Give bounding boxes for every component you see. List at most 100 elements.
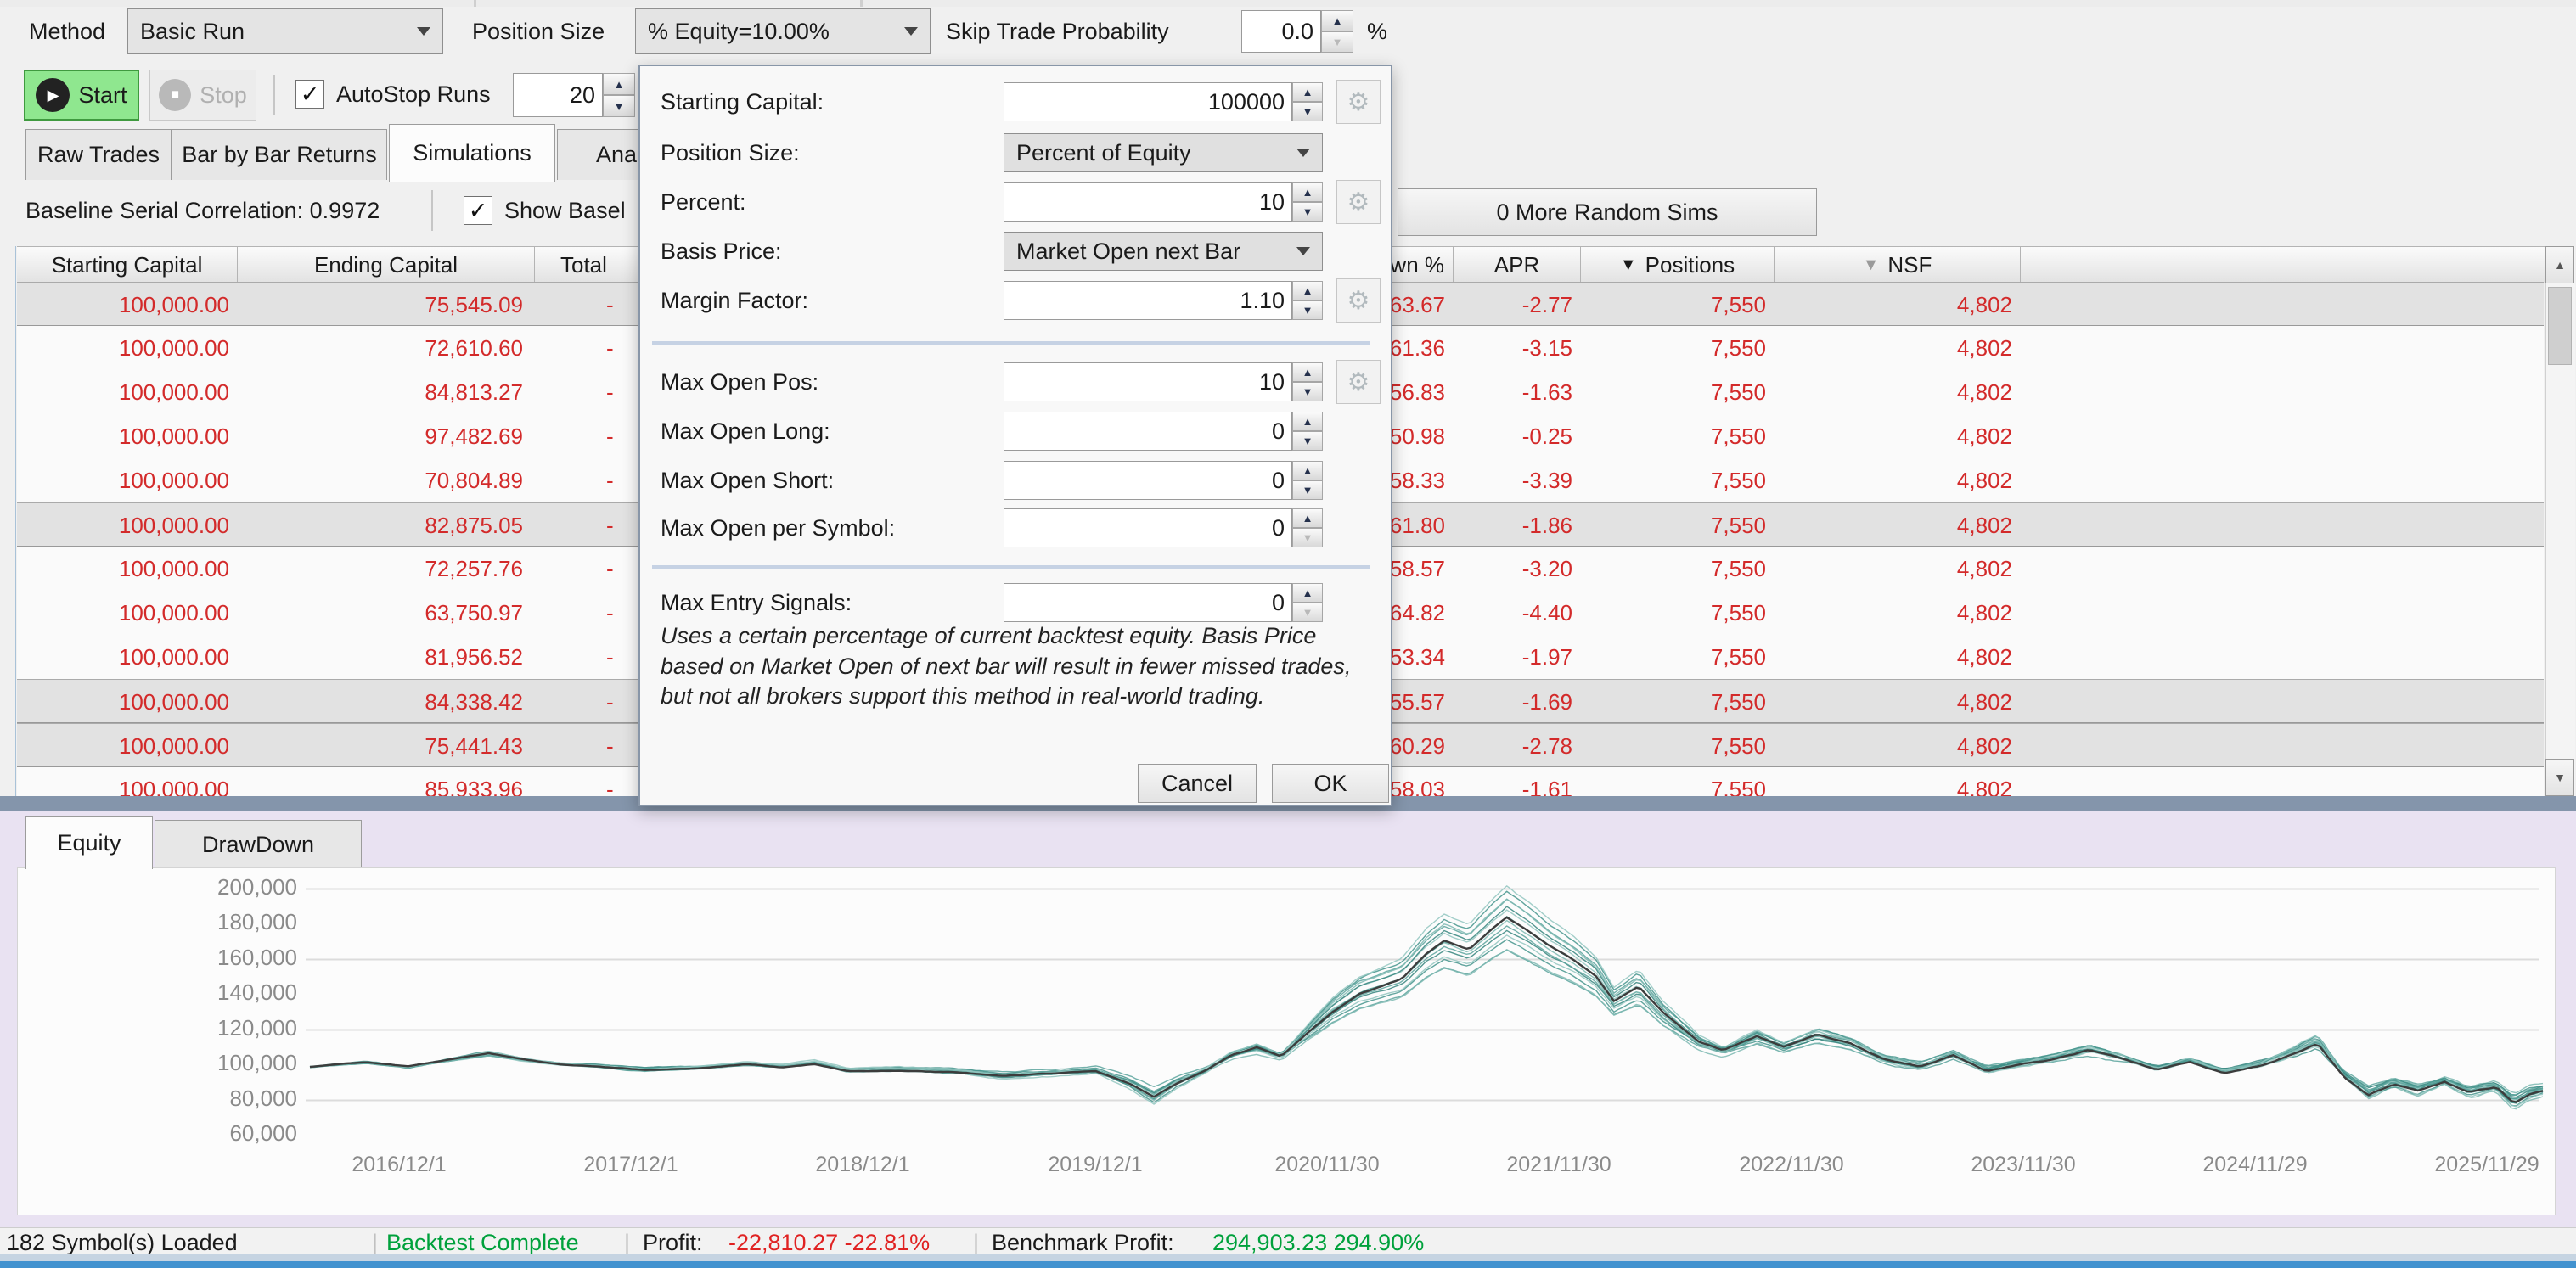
method-select[interactable]: Basic Run <box>127 8 443 54</box>
spin-up-icon[interactable]: ▲ <box>603 73 635 95</box>
simulation-equity-line <box>310 886 2543 1107</box>
gear-icon[interactable]: ⚙ <box>1336 80 1381 124</box>
spin-down-icon[interactable]: ▼ <box>603 95 635 117</box>
spin-up-icon[interactable]: ▲ <box>1292 583 1323 603</box>
spin-down-icon[interactable]: ▼ <box>1292 300 1323 320</box>
tab-equity[interactable]: Equity <box>25 816 153 869</box>
column-header-label: NSF <box>1887 252 1932 278</box>
more-random-sims-button[interactable]: 0 More Random Sims <box>1398 188 1817 236</box>
tab-simulations[interactable]: Simulations <box>389 124 555 182</box>
x-axis-tick-label: 2016/12/1 <box>318 1153 480 1177</box>
simulation-equity-line <box>310 921 2543 1100</box>
cell-nsf: 4,802 <box>1808 724 2012 768</box>
cell-apr: -3.15 <box>1454 326 1572 370</box>
column-header-Starting Capital[interactable]: Starting Capital <box>17 246 238 283</box>
dialog-select-1[interactable]: Percent of Equity <box>1004 133 1323 172</box>
dialog-field-label: Percent: <box>661 189 746 216</box>
simulation-equity-line <box>310 899 2543 1108</box>
dialog-field-label: Max Open Long: <box>661 418 830 445</box>
column-header-filler[interactable] <box>2021 246 2545 283</box>
spin-up-icon[interactable]: ▲ <box>1292 461 1323 480</box>
start-button[interactable]: ▶ Start <box>24 70 139 121</box>
status-profit-value: -22,810.27 -22.81% <box>728 1230 930 1256</box>
spin-up-icon[interactable]: ▲ <box>1292 182 1323 202</box>
gear-icon[interactable]: ⚙ <box>1336 180 1381 224</box>
column-header-Positions[interactable]: ▼Positions <box>1581 246 1775 283</box>
tab-drawdown[interactable]: DrawDown <box>155 820 362 869</box>
gear-icon[interactable]: ⚙ <box>1336 278 1381 323</box>
autostop-runs-input[interactable]: 20 <box>513 73 603 117</box>
cell-nsf: 4,802 <box>1808 767 2012 796</box>
dialog-select-3[interactable]: Market Open next Bar <box>1004 232 1323 271</box>
autostop-checkbox[interactable]: ✓ <box>295 80 324 109</box>
spin-down-icon[interactable]: ▼ <box>1321 31 1353 53</box>
tab-raw-trades[interactable]: Raw Trades <box>25 129 172 180</box>
y-axis-tick-label: 160,000 <box>119 945 297 971</box>
show-baseline-checkbox[interactable]: ✓ <box>464 196 492 225</box>
x-axis-tick-label: 2017/12/1 <box>550 1153 711 1177</box>
dialog-input-7[interactable]: 0 <box>1004 461 1292 500</box>
simulation-equity-line <box>310 906 2543 1103</box>
spin-up-icon[interactable]: ▲ <box>1292 412 1323 431</box>
cell-starting: 100,000.00 <box>25 283 229 327</box>
chevron-down-icon <box>417 27 430 36</box>
dialog-field-label: Max Open per Symbol: <box>661 515 895 541</box>
y-axis-tick-label: 60,000 <box>119 1120 297 1147</box>
start-button-label: Start <box>78 82 127 109</box>
cell-starting: 100,000.00 <box>25 591 229 635</box>
spin-down-icon[interactable]: ▼ <box>1292 382 1323 401</box>
spin-down-icon[interactable]: ▼ <box>1292 480 1323 500</box>
spin-up-icon[interactable]: ▲ <box>1292 508 1323 528</box>
cell-ending: 84,338.42 <box>255 680 523 724</box>
cell-apr: -4.40 <box>1454 591 1572 635</box>
dialog-input-9[interactable]: 0 <box>1004 583 1292 622</box>
spin-up-icon[interactable]: ▲ <box>1292 362 1323 382</box>
status-benchmark-label: Benchmark Profit: <box>992 1230 1174 1256</box>
dialog-input-5[interactable]: 10 <box>1004 362 1292 401</box>
column-header-label: APR <box>1494 252 1539 278</box>
spin-down-icon[interactable]: ▼ <box>1292 528 1323 547</box>
dialog-input-8[interactable]: 0 <box>1004 508 1292 547</box>
scrollbar-thumb[interactable] <box>2548 287 2572 365</box>
y-axis-tick-label: 80,000 <box>119 1086 297 1112</box>
cell-starting: 100,000.00 <box>25 326 229 370</box>
tab-bar-by-bar-returns[interactable]: Bar by Bar Returns <box>172 129 387 180</box>
column-header-NSF[interactable]: ▼NSF <box>1775 246 2021 283</box>
position-sizing-dialog: Starting Capital:100000▲▼⚙Position Size:… <box>638 65 1392 806</box>
spin-down-icon[interactable]: ▼ <box>1292 102 1323 121</box>
dialog-input-0[interactable]: 100000 <box>1004 82 1292 121</box>
column-header-APR[interactable]: APR <box>1454 246 1581 283</box>
skip-trade-probability-input[interactable]: 0.0 <box>1241 10 1321 53</box>
spin-up-icon[interactable]: ▲ <box>1292 281 1323 300</box>
position-size-select[interactable]: % Equity=10.00% <box>635 8 931 54</box>
dialog-input-6[interactable]: 0 <box>1004 412 1292 451</box>
dialog-input-2[interactable]: 10 <box>1004 182 1292 222</box>
y-axis-tick-label: 200,000 <box>119 874 297 901</box>
cell-positions: 7,550 <box>1596 547 1766 591</box>
dialog-input-4[interactable]: 1.10 <box>1004 281 1292 320</box>
cell-nsf: 4,802 <box>1808 458 2012 502</box>
cell-positions: 7,550 <box>1596 458 1766 502</box>
ok-button[interactable]: OK <box>1272 764 1389 803</box>
spin-down-icon[interactable]: ▼ <box>1292 431 1323 451</box>
dialog-input-value: 0 <box>1272 418 1285 445</box>
spin-up-icon[interactable]: ▲ <box>1321 10 1353 31</box>
dialog-spinner: ▲▼ <box>1292 412 1323 451</box>
dialog-input-value: 100000 <box>1208 89 1285 115</box>
cell-apr: -0.25 <box>1454 414 1572 458</box>
dialog-input-value: 0 <box>1272 515 1285 541</box>
spin-down-icon[interactable]: ▼ <box>1292 603 1323 622</box>
column-header-Ending Capital[interactable]: Ending Capital <box>238 246 535 283</box>
cell-positions: 7,550 <box>1596 767 1766 796</box>
cancel-button[interactable]: Cancel <box>1138 764 1257 803</box>
scroll-up-button[interactable]: ▲ <box>2545 246 2574 283</box>
status-bar-lower-strip <box>0 1254 2576 1261</box>
scroll-down-button[interactable]: ▼ <box>2545 759 2574 796</box>
stop-button[interactable]: ■ Stop <box>149 70 256 121</box>
gear-icon[interactable]: ⚙ <box>1336 360 1381 404</box>
spin-down-icon[interactable]: ▼ <box>1292 202 1323 222</box>
status-separator: | <box>973 1230 979 1256</box>
status-separator: | <box>372 1230 378 1256</box>
spin-up-icon[interactable]: ▲ <box>1292 82 1323 102</box>
dialog-select-value: Percent of Equity <box>1016 140 1290 166</box>
